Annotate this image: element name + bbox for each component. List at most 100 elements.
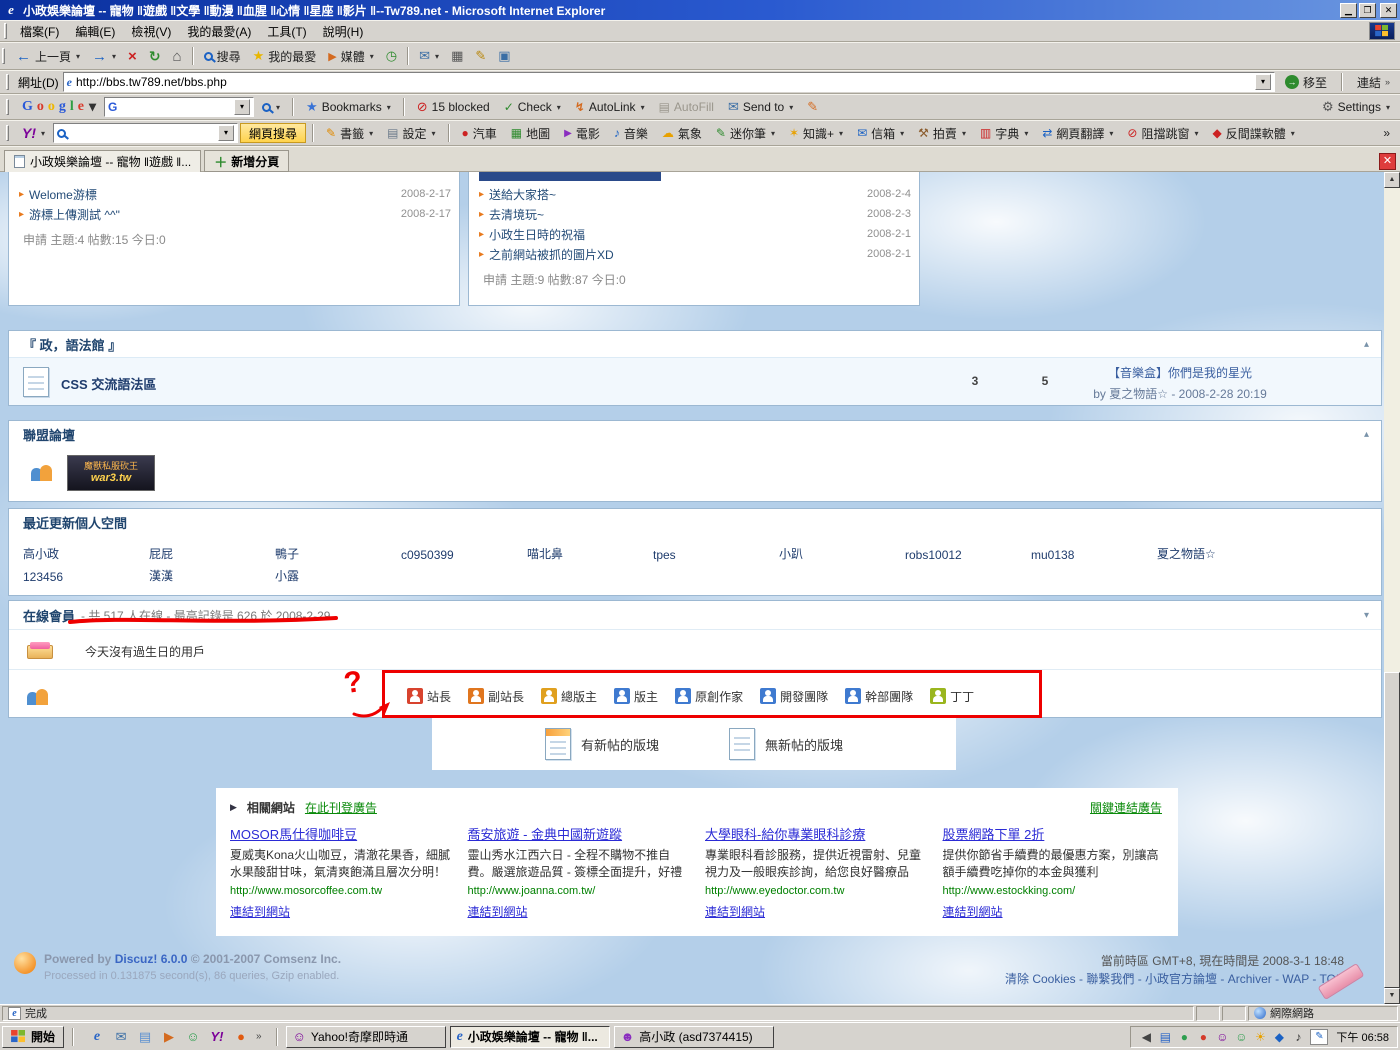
tray-msn-icon[interactable]: ☺ (1234, 1030, 1248, 1044)
new-tab-button[interactable]: ＋ 新增分頁 (204, 150, 289, 172)
home-button[interactable]: ⌂ (167, 45, 188, 67)
popup-blocked-button[interactable]: ⊘15 blocked (411, 96, 496, 118)
google-search-input[interactable]: G ▾ (104, 97, 254, 117)
user-link[interactable]: 123456 (23, 570, 149, 584)
taskbar-task-chat[interactable]: ☻ 高小政 (asd7374415) (614, 1026, 774, 1048)
sendto-button[interactable]: ✉Send to▾ (722, 96, 799, 118)
start-button[interactable]: 開始 (2, 1026, 64, 1048)
yahoo-popup-blocker-button[interactable]: ⊘阻擋跳窗▾ (1121, 122, 1204, 144)
user-link[interactable]: 喵北鼻 (527, 545, 653, 562)
thread-link[interactable]: 送給大家搭~ (489, 186, 556, 203)
yahoo-logo[interactable]: Y!▾ (16, 122, 51, 144)
autofill-button[interactable]: ▤AutoFill (653, 96, 720, 118)
ad-visit-link[interactable]: 連結到網站 (468, 903, 528, 920)
user-link[interactable]: c0950399 (401, 548, 527, 562)
scrollbar-thumb[interactable] (1384, 672, 1400, 988)
yahoo-mail-button[interactable]: ✉信箱▾ (851, 122, 910, 144)
maximize-button[interactable]: ❐ (1359, 3, 1376, 18)
thread-link[interactable]: 小政生日時的祝福 (489, 226, 585, 243)
user-link[interactable]: 屁屁 (149, 545, 275, 562)
yahoo-music-button[interactable]: ♪音樂 (608, 122, 654, 144)
quicklaunch-ie-icon[interactable]: e (88, 1029, 106, 1045)
yahoo-cars-button[interactable]: ●汽車 (456, 122, 503, 144)
footer-link-clear-cookies[interactable]: 清除 Cookies (1005, 972, 1076, 986)
user-link[interactable]: 小露 (275, 567, 401, 584)
url-text[interactable]: http://bbs.tw789.net/bbs.php (76, 75, 227, 89)
google-settings-button[interactable]: ⚙Settings▾ (1316, 96, 1396, 118)
close-button[interactable]: ✕ (1380, 3, 1397, 18)
media-button[interactable]: ▶媒體▾ (322, 45, 380, 67)
google-logo[interactable]: Google ▾ (16, 96, 102, 118)
user-link[interactable]: 高小政 (23, 545, 149, 562)
tabbar-close-button[interactable]: ✕ (1379, 153, 1396, 170)
collapse-icon[interactable]: ▴ (1364, 339, 1369, 350)
quicklaunch-show-desktop-icon[interactable]: ▤ (136, 1029, 154, 1045)
footer-link-archiver[interactable]: Archiver (1228, 972, 1272, 986)
alliance-banner-link[interactable]: 魔獸私服砍王 war3.tw (67, 455, 155, 491)
ad-title-link[interactable]: 喬安旅遊 - 金典中國新遊蹤 (468, 827, 623, 842)
user-link[interactable]: tpes (653, 548, 779, 562)
autolink-button[interactable]: ↯AutoLink▾ (569, 96, 651, 118)
toolbar-grip[interactable] (2, 48, 5, 64)
vertical-scrollbar[interactable]: ▲ ▼ (1384, 172, 1400, 1004)
toolbar-overflow-button[interactable]: » (1377, 122, 1396, 144)
toolbar-grip[interactable] (6, 99, 9, 115)
google-bookmarks-button[interactable]: ★Bookmarks▾ (300, 96, 397, 118)
refresh-button[interactable]: ↻ (143, 45, 167, 67)
toolbar-grip[interactable] (6, 74, 9, 90)
collapse-icon[interactable]: ▾ (1364, 610, 1369, 621)
yahoo-maps-button[interactable]: ▦地圖 (505, 122, 556, 144)
ad-visit-link[interactable]: 連結到網站 (705, 903, 765, 920)
user-link[interactable]: 夏之物語☆ (1157, 545, 1283, 562)
yahoo-movies-button[interactable]: ▶電影 (558, 122, 606, 144)
menu-item-file[interactable]: 檔案(F) (12, 21, 67, 42)
search-button[interactable]: 搜尋 (198, 45, 247, 67)
history-button[interactable]: ◷ (380, 45, 403, 67)
quicklaunch-media-player-icon[interactable]: ▶ (160, 1029, 178, 1045)
thread-link[interactable]: 之前網站被抓的圖片XD (489, 246, 614, 263)
user-link[interactable]: mu0138 (1031, 548, 1157, 562)
collapse-icon[interactable]: ▴ (1364, 429, 1369, 440)
go-button[interactable]: →移至 (1279, 71, 1333, 93)
scroll-down-button[interactable]: ▼ (1384, 988, 1400, 1004)
tray-antivirus-icon[interactable]: ● (1177, 1030, 1191, 1044)
tray-alert-icon[interactable]: ● (1196, 1030, 1210, 1044)
taskbar-task-yahoo-messenger[interactable]: ☺ Yahoo!奇摩即時通 (286, 1026, 446, 1048)
mail-button[interactable]: ✉▾ (413, 45, 445, 67)
yahoo-search-input[interactable]: ▾ (53, 123, 238, 143)
yahoo-minipen-button[interactable]: ✎迷你筆▾ (710, 122, 781, 144)
spellcheck-button[interactable]: ✓Check▾ (498, 96, 567, 118)
back-button[interactable]: ←上一頁▾ (10, 45, 86, 67)
user-link[interactable]: 小趴 (779, 545, 905, 562)
ime-indicator[interactable]: ✎ (1310, 1029, 1328, 1045)
quicklaunch-browser-icon[interactable]: ● (232, 1029, 250, 1044)
ads-keyword-link[interactable]: 關鍵連結廣告 (1090, 799, 1162, 816)
ad-visit-link[interactable]: 連結到網站 (230, 903, 290, 920)
quicklaunch-mail-icon[interactable]: ✉ (112, 1029, 130, 1045)
user-link[interactable]: robs10012 (905, 548, 1031, 562)
ad-visit-link[interactable]: 連結到網站 (943, 903, 1003, 920)
user-link[interactable]: 漢漢 (149, 567, 275, 584)
yahoo-weather-button[interactable]: ☁氣象 (656, 122, 708, 144)
yahoo-antispy-button[interactable]: ◆反間諜軟體▾ (1207, 122, 1301, 144)
forward-button[interactable]: →▾ (86, 45, 122, 67)
tray-chevron-icon[interactable]: ◀ (1139, 1030, 1153, 1044)
favorites-button[interactable]: ★我的最愛 (247, 45, 323, 67)
tray-volume-icon[interactable]: ♪ (1291, 1030, 1305, 1044)
yahoo-bookmarks-button[interactable]: ✎書籤▾ (320, 122, 379, 144)
last-post-link[interactable]: 【音樂盒】你們是我的星光 (1108, 366, 1252, 380)
address-input[interactable]: e http://bbs.tw789.net/bbs.php ▾ (63, 72, 1275, 92)
menu-item-edit[interactable]: 編輯(E) (67, 21, 123, 42)
menu-item-tools[interactable]: 工具(T) (259, 21, 314, 42)
google-search-button[interactable]: ▾ (256, 96, 286, 118)
footer-link-official[interactable]: 小政官方論壇 (1145, 972, 1217, 986)
yahoo-settings-button[interactable]: ▤設定▾ (381, 122, 441, 144)
yahoo-translate-button[interactable]: ⇄網頁翻譯▾ (1036, 122, 1119, 144)
edit-button[interactable]: ✎ (469, 45, 492, 67)
scroll-up-button[interactable]: ▲ (1384, 172, 1400, 188)
quicklaunch-messenger-icon[interactable]: ☺ (184, 1029, 202, 1044)
discuz-link[interactable]: Discuz! (115, 952, 158, 966)
active-tab[interactable]: 小政娛樂論壇 -- 寵物 ‖遊戲 ‖... (4, 150, 201, 172)
toolbar-grip[interactable] (4, 23, 7, 39)
forum-name-link[interactable]: CSS 交流語法區 (61, 374, 156, 393)
